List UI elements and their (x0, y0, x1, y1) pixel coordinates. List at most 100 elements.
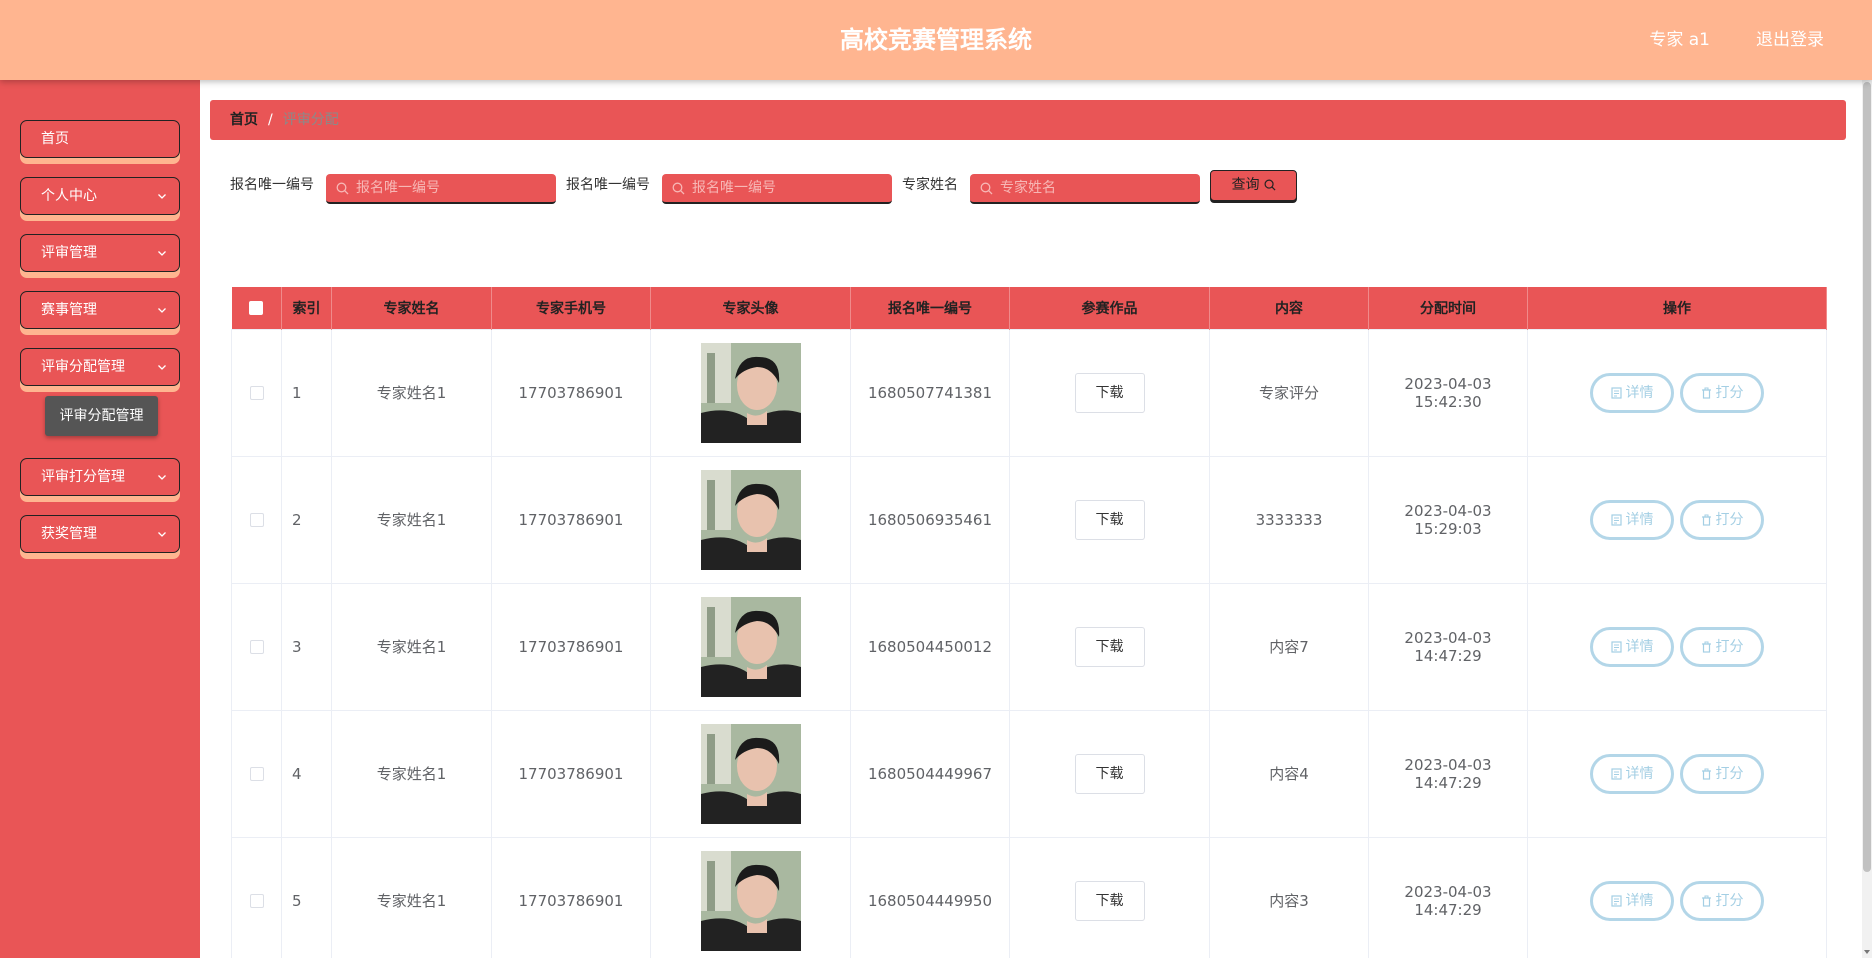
table-row: 1 专家姓名1 17703786901 1680507741381 下载 专家评分 2023… (231, 328, 1827, 457)
app-title: 高校竞赛管理系统 (840, 26, 1032, 54)
score-button[interactable]: 打分 (1680, 499, 1764, 540)
score-button-label: 打分 (1715, 511, 1744, 528)
search-input-reg-no-2[interactable]: 报名唯一编号 (662, 174, 892, 204)
search-icon (980, 182, 993, 195)
detail-button[interactable]: 详情 (1590, 753, 1674, 794)
cell-assign-time: 2023-04-03 15:29:03 (1368, 455, 1528, 584)
search-label-expert-name: 专家姓名 (902, 177, 958, 193)
header-entry-work: 参赛作品 (1009, 287, 1210, 329)
cell-expert-name: 专家姓名1 (331, 709, 492, 838)
row-checkbox[interactable] (249, 513, 264, 527)
detail-button[interactable]: 详情 (1590, 626, 1674, 667)
sidebar-item-home[interactable]: 首页 (20, 120, 180, 158)
cell-assign-time: 2023-04-03 15:42:30 (1368, 328, 1528, 457)
cell-expert-phone: 17703786901 (491, 455, 651, 584)
cell-entry-work: 下载 (1009, 328, 1210, 457)
row-checkbox[interactable] (249, 767, 264, 781)
document-icon (1610, 893, 1626, 909)
cell-entry-work: 下载 (1009, 709, 1210, 838)
cell-reg-no: 1680507741381 (850, 328, 1010, 457)
row-select-cell[interactable] (231, 582, 282, 711)
search-input-reg-no-1[interactable]: 报名唯一编号 (326, 174, 556, 204)
trash-icon (1701, 639, 1716, 655)
cell-reg-no: 1680504449950 (850, 836, 1010, 958)
row-checkbox[interactable] (249, 386, 264, 400)
cell-expert-avatar (650, 328, 851, 457)
table-header-row: 索引 专家姓名 专家手机号 专家头像 报名唯一编号 参赛作品 内容 分配时间 操… (231, 287, 1827, 329)
cell-expert-name: 专家姓名1 (331, 328, 492, 457)
logout-link[interactable]: 退出登录 (1756, 0, 1824, 80)
query-button[interactable]: 查询 (1210, 170, 1297, 201)
scrollbar-thumb[interactable] (1863, 82, 1871, 872)
search-icon (336, 182, 349, 195)
sidebar-item-review-assignment-management[interactable]: 评审分配管理 (20, 348, 180, 386)
document-icon (1610, 512, 1626, 528)
row-select-cell[interactable] (231, 328, 282, 457)
cell-expert-phone: 17703786901 (491, 709, 651, 838)
chevron-down-icon (158, 475, 166, 480)
cell-expert-avatar (650, 836, 851, 958)
cell-actions: 详情 打分 (1527, 582, 1827, 711)
sidebar-item-label: 评审分配管理 (41, 359, 125, 375)
cell-expert-avatar (650, 455, 851, 584)
cell-content: 内容7 (1209, 582, 1369, 711)
score-button[interactable]: 打分 (1680, 880, 1764, 921)
score-button-label: 打分 (1715, 638, 1744, 655)
sidebar-item-review-scoring-management[interactable]: 评审打分管理 (20, 458, 180, 496)
expert-avatar-image (700, 723, 801, 824)
cell-expert-phone: 17703786901 (491, 582, 651, 711)
detail-button[interactable]: 详情 (1590, 880, 1674, 921)
cell-index: 1 (281, 328, 332, 457)
header-index: 索引 (281, 287, 332, 329)
cell-content: 内容4 (1209, 709, 1369, 838)
download-button[interactable]: 下载 (1074, 880, 1145, 921)
breadcrumb: 首页 / 评审分配 (210, 100, 1846, 140)
query-button-label: 查询 (1231, 177, 1260, 193)
cell-index: 3 (281, 582, 332, 711)
sidebar-item-label: 评审打分管理 (41, 469, 125, 485)
cell-expert-name: 专家姓名1 (331, 455, 492, 584)
cell-reg-no: 1680506935461 (850, 455, 1010, 584)
download-button[interactable]: 下载 (1074, 626, 1145, 667)
header-select-all[interactable] (231, 287, 282, 329)
table-row: 2 专家姓名1 17703786901 1680506935461 下载 3333333 2… (231, 455, 1827, 584)
header-reg-no: 报名唯一编号 (850, 287, 1010, 329)
cell-assign-time: 2023-04-03 14:47:29 (1368, 709, 1528, 838)
table-row: 3 专家姓名1 17703786901 1680504450012 下载 内容7 2023-… (231, 582, 1827, 711)
cell-content: 内容3 (1209, 836, 1369, 958)
search-input-expert-name[interactable]: 专家姓名 (970, 174, 1200, 204)
row-checkbox[interactable] (249, 640, 264, 654)
detail-button-label: 详情 (1625, 765, 1654, 782)
row-select-cell[interactable] (231, 709, 282, 838)
download-button[interactable]: 下载 (1074, 753, 1145, 794)
header-expert-avatar: 专家头像 (650, 287, 851, 329)
score-button[interactable]: 打分 (1680, 753, 1764, 794)
trash-icon (1701, 766, 1716, 782)
breadcrumb-home[interactable]: 首页 (230, 112, 258, 128)
document-icon (1610, 639, 1626, 655)
score-button[interactable]: 打分 (1680, 372, 1764, 413)
current-user[interactable]: 专家 a1 (1649, 0, 1710, 80)
row-select-cell[interactable] (231, 836, 282, 958)
sidebar-item-review-management[interactable]: 评审管理 (20, 234, 180, 272)
row-select-cell[interactable] (231, 455, 282, 584)
select-all-checkbox[interactable] (249, 300, 264, 315)
sidebar-item-personal-center[interactable]: 个人中心 (20, 177, 180, 215)
download-button[interactable]: 下载 (1074, 499, 1145, 540)
sidebar-item-competition-management[interactable]: 赛事管理 (20, 291, 180, 329)
score-button-label: 打分 (1715, 765, 1744, 782)
table-row: 4 专家姓名1 17703786901 1680504449967 下载 内容4 2023-… (231, 709, 1827, 838)
detail-button[interactable]: 详情 (1590, 499, 1674, 540)
header-actions: 操作 (1527, 287, 1827, 329)
sidebar-item-award-management[interactable]: 获奖管理 (20, 515, 180, 553)
detail-button[interactable]: 详情 (1590, 372, 1674, 413)
cell-entry-work: 下载 (1009, 836, 1210, 958)
cell-entry-work: 下载 (1009, 455, 1210, 584)
detail-button-label: 详情 (1625, 384, 1654, 401)
download-button[interactable]: 下载 (1074, 372, 1145, 413)
chevron-down-icon (158, 365, 166, 370)
scroll-down-arrow-icon[interactable] (1863, 948, 1871, 956)
row-checkbox[interactable] (249, 894, 264, 908)
cell-entry-work: 下载 (1009, 582, 1210, 711)
score-button[interactable]: 打分 (1680, 626, 1764, 667)
